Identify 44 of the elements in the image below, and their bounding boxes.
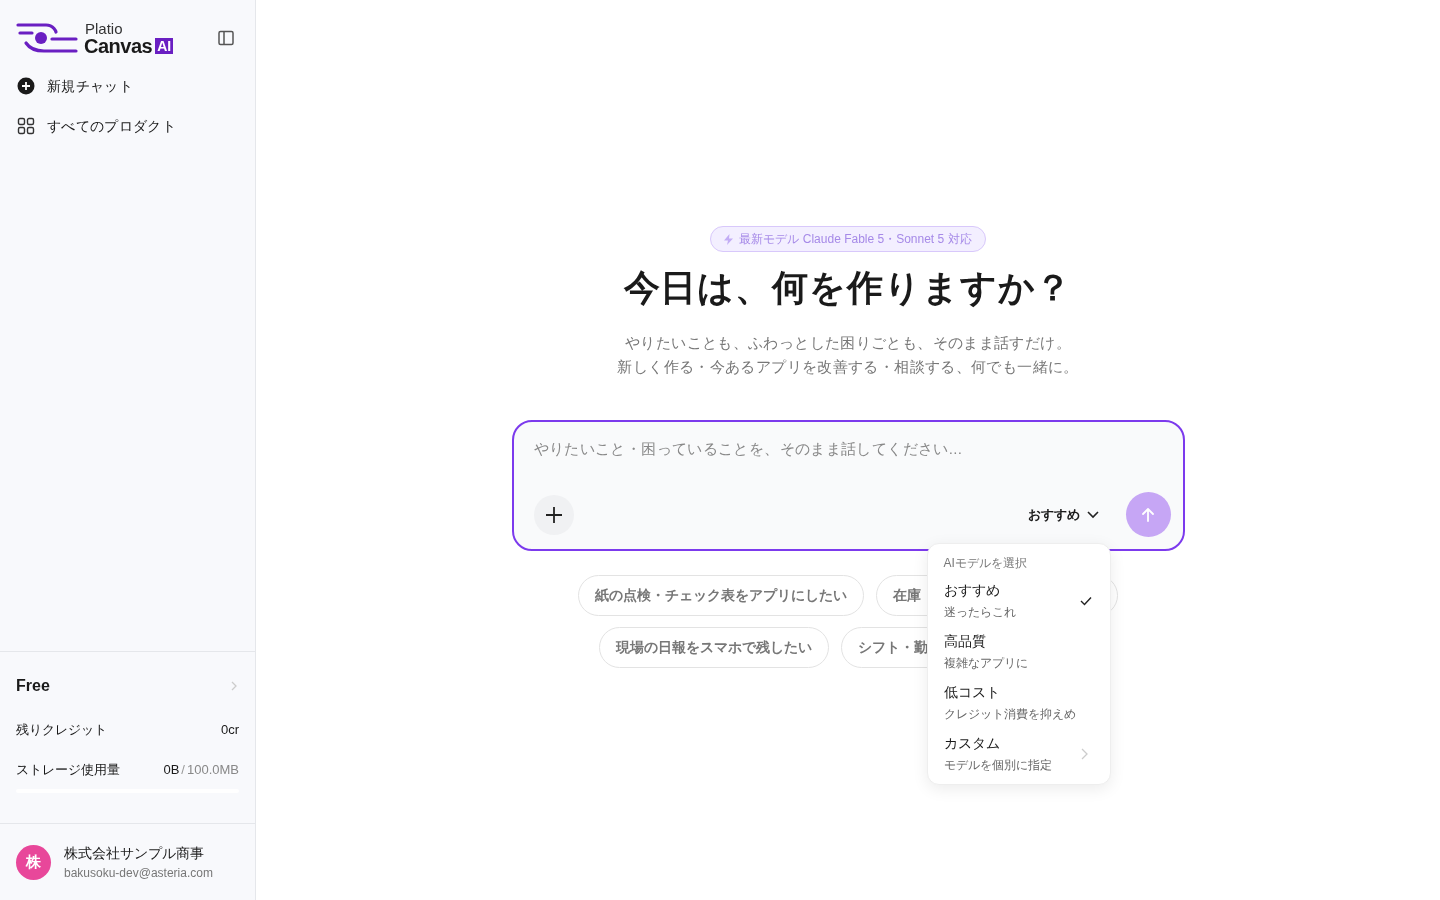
user-email: bakusoku-dev@asteria.com	[64, 864, 213, 882]
logo-text: Platio	[85, 20, 124, 36]
prompt-field[interactable]: やりたいこと・困っていることを、そのまま話してください...	[533, 438, 1163, 461]
arrow-up-icon	[1140, 506, 1156, 523]
sidebar-item[interactable]: すべてのプロダクト	[8, 108, 247, 144]
credits-label: 残りクレジット	[16, 721, 107, 739]
model-option[interactable]: 高品質 複雑なアプリに	[943, 631, 1094, 672]
option-label: 高品質	[943, 632, 987, 651]
subtitle-text: 新しく作る・今あるアプリを改善する・相談する、何でも一緒に。	[617, 357, 1079, 377]
option-description: 迷ったらこれ	[943, 604, 1016, 621]
user-name: 株式会社サンプル商事	[64, 843, 205, 863]
avatar[interactable]: 株	[16, 844, 51, 880]
option-description: モデルを個別に指定	[943, 757, 1052, 774]
model-option[interactable]: カスタム モデルを個別に指定	[943, 733, 1094, 774]
plan-name: Free	[16, 676, 50, 696]
grid-icon	[17, 117, 35, 135]
option-description: クレジット消費を抑えめ	[943, 706, 1076, 723]
option-label: 低コスト	[943, 683, 1001, 702]
page-heading: 今日は、何を作りますか？	[623, 266, 1073, 310]
logo-icon	[16, 22, 78, 54]
option-label: カスタム	[943, 734, 1001, 753]
storage-used: 0B	[163, 760, 180, 779]
menu-title: AIモデルを選択	[943, 555, 1028, 572]
option-label: おすすめ	[943, 581, 1001, 600]
sidebar-item[interactable]: 新規チャット	[8, 68, 247, 104]
model-badge: 最新モデル Claude Fable 5・Sonnet 5 対応	[710, 226, 986, 252]
credits-value: 0cr	[220, 721, 239, 739]
storage-total: 100.0MB	[186, 760, 239, 779]
suggestion-chip[interactable]: 紙の点検・チェック表をアプリにしたい	[578, 575, 864, 616]
chevron-down-icon	[1085, 509, 1100, 520]
model-option[interactable]: おすすめ 迷ったらこれ	[943, 580, 1094, 621]
logo-badge: AI	[155, 37, 174, 54]
subtitle-text: やりたいことも、ふわっとした困りごとも、そのまま話すだけ。	[625, 333, 1071, 353]
option-description: 複雑なアプリに	[943, 655, 1028, 672]
model-dropdown[interactable]: おすすめ	[1027, 504, 1100, 525]
plus-icon	[543, 504, 564, 525]
suggestion-chip[interactable]: 現場の日報をスマホで残したい	[599, 627, 829, 668]
sidebar-toggle-icon[interactable]	[217, 29, 235, 47]
plus-circle-icon	[17, 77, 35, 95]
logo-text: Canvas	[84, 35, 153, 56]
lightning-icon	[724, 233, 734, 245]
storage-label: ストレージ使用量	[16, 760, 120, 779]
separator: /	[181, 760, 185, 779]
model-option[interactable]: 低コスト クレジット消費を抑えめ	[943, 682, 1094, 723]
